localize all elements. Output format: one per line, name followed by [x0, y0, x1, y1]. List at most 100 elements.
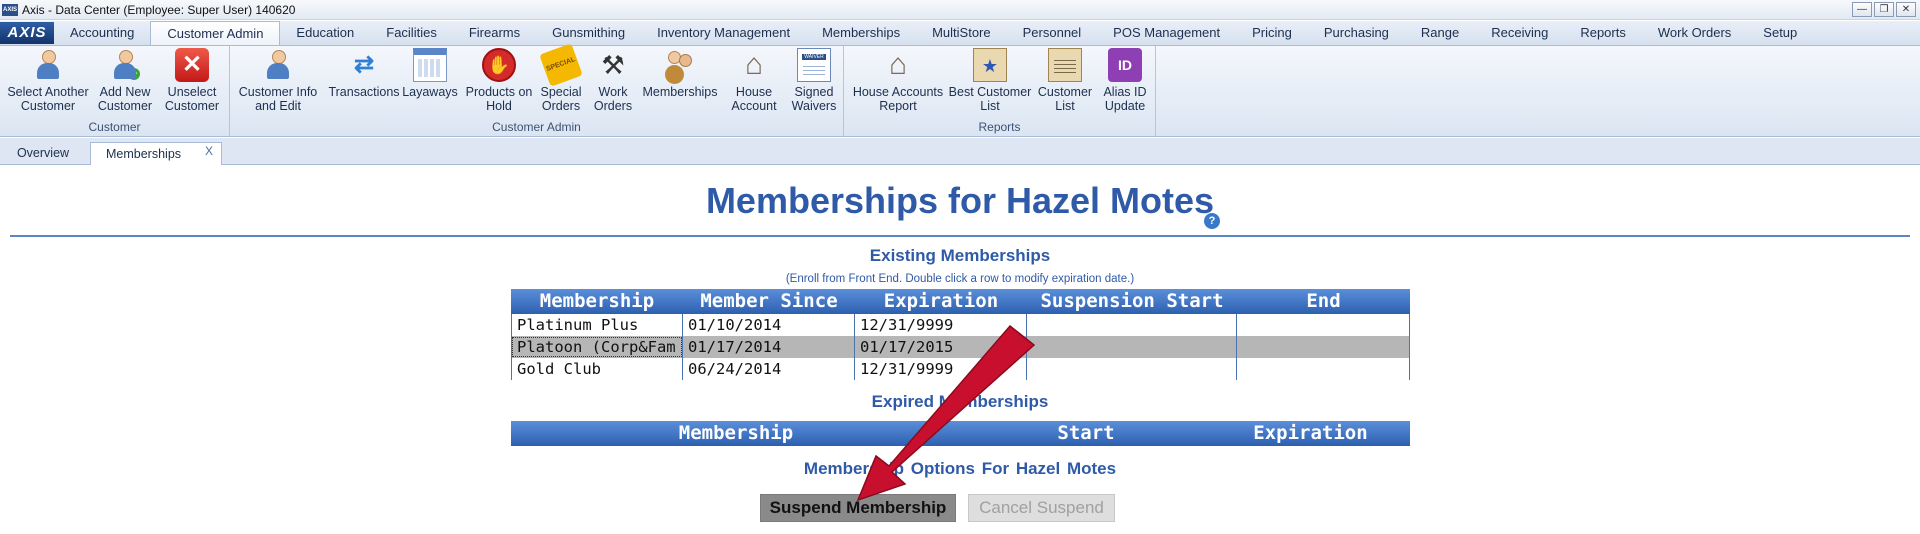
cell-membership: Platinum Plus	[511, 314, 683, 336]
cell-suspension-start	[1027, 336, 1237, 358]
column-header-expiration[interactable]: Expiration	[855, 289, 1027, 314]
people-icon	[663, 48, 697, 82]
cell-expiration: 12/31/9999	[855, 314, 1027, 336]
special-tag-icon: SPECIAL	[539, 43, 583, 87]
hammer-wrench-icon: ⚒	[601, 50, 625, 80]
expired-memberships-heading: Expired Memberships	[871, 392, 1049, 411]
work-orders-button[interactable]: ⚒ Work Orders	[590, 48, 636, 113]
house-icon: ⌂	[744, 48, 764, 81]
transactions-arrows-icon: ⇄	[353, 51, 375, 78]
unselect-customer-button[interactable]: ✕ Unselect Customer	[160, 48, 224, 113]
stop-hand-icon: ✋	[482, 48, 516, 82]
signed-waivers-button[interactable]: WAIVER Signed Waivers	[786, 48, 842, 113]
add-person-icon: +	[108, 48, 142, 82]
cell-member-since: 06/24/2014	[683, 358, 855, 380]
menu-tab-purchasing[interactable]: Purchasing	[1308, 21, 1405, 45]
cell-membership: Gold Club	[511, 358, 683, 380]
cell-member-since: 01/10/2014	[683, 314, 855, 336]
app-icon: AXIS	[2, 3, 18, 16]
column-header-membership[interactable]: Membership	[511, 421, 961, 446]
restore-button[interactable]: ❐	[1874, 2, 1894, 17]
window-title: Axis - Data Center (Employee: Super User…	[22, 2, 296, 17]
menu-tab-reports[interactable]: Reports	[1564, 21, 1642, 45]
help-icon[interactable]: ?	[1204, 213, 1220, 229]
menu-tab-setup[interactable]: Setup	[1747, 21, 1813, 45]
column-header-member-since[interactable]: Member Since	[683, 289, 855, 314]
ribbon-group-customer: Select Another Customer + Add New Custom…	[0, 46, 230, 137]
cell-expiration: 12/31/9999	[855, 358, 1027, 380]
ribbon-group-label: Reports	[978, 120, 1021, 134]
column-header-suspension-start[interactable]: Suspension Start	[1027, 289, 1237, 314]
products-on-hold-button[interactable]: ✋ Products on Hold	[464, 48, 534, 113]
special-orders-button[interactable]: SPECIAL Special Orders	[536, 43, 586, 113]
ribbon-group-label: Customer Admin	[492, 120, 581, 134]
menu-tab-customer-admin[interactable]: Customer Admin	[150, 21, 281, 45]
cell-suspension-start	[1027, 314, 1237, 336]
menu-tab-memberships[interactable]: Memberships	[806, 21, 916, 45]
cell-membership: Platoon (Corp&Fam	[511, 336, 683, 358]
layaways-button[interactable]: Layaways	[400, 48, 460, 99]
table-row[interactable]: Platinum Plus 01/10/2014 12/31/9999	[511, 314, 1410, 336]
membership-options-label: Membership Options For Hazel Motes	[803, 459, 1117, 478]
document-tab-strip: Overview Memberships X	[0, 138, 1920, 165]
doc-tab-memberships[interactable]: Memberships X	[90, 142, 222, 165]
menu-tab-education[interactable]: Education	[280, 21, 370, 45]
transactions-button[interactable]: ⇄ Transactions	[324, 48, 404, 99]
close-tab-icon[interactable]: X	[205, 140, 213, 162]
menu-tab-gunsmithing[interactable]: Gunsmithing	[536, 21, 641, 45]
menu-tab-firearms[interactable]: Firearms	[453, 21, 536, 45]
menu-tab-accounting[interactable]: Accounting	[54, 21, 150, 45]
menu-tab-facilities[interactable]: Facilities	[370, 21, 453, 45]
menu-tab-receiving[interactable]: Receiving	[1475, 21, 1564, 45]
menu-tab-inventory-management[interactable]: Inventory Management	[641, 21, 806, 45]
menu-tab-pricing[interactable]: Pricing	[1236, 21, 1308, 45]
menu-tab-range[interactable]: Range	[1405, 21, 1475, 45]
red-x-icon: ✕	[175, 48, 209, 82]
cancel-suspend-button[interactable]: Cancel Suspend	[968, 494, 1115, 522]
menu-tab-multistore[interactable]: MultiStore	[916, 21, 1007, 45]
axis-logo: AXIS	[0, 22, 54, 44]
window-controls: — ❐ ✕	[1852, 2, 1916, 17]
waiver-document-icon: WAIVER	[797, 48, 831, 82]
select-another-customer-button[interactable]: Select Another Customer	[6, 48, 90, 113]
memberships-button[interactable]: Memberships	[640, 48, 720, 99]
cell-end	[1237, 358, 1410, 380]
minimize-button[interactable]: —	[1852, 2, 1872, 17]
best-customer-list-button[interactable]: ★ Best Customer List	[948, 48, 1032, 113]
title-bar: AXIS Axis - Data Center (Employee: Super…	[0, 0, 1920, 20]
menu-tab-strip: AXIS Accounting Customer Admin Education…	[0, 21, 1920, 46]
column-header-end[interactable]: End	[1237, 289, 1410, 314]
menu-tab-pos-management[interactable]: POS Management	[1097, 21, 1236, 45]
column-header-membership[interactable]: Membership	[511, 289, 683, 314]
menu-tab-personnel[interactable]: Personnel	[1007, 21, 1098, 45]
cell-end	[1237, 314, 1410, 336]
cell-member-since: 01/17/2014	[683, 336, 855, 358]
column-header-expiration[interactable]: Expiration	[1211, 421, 1410, 446]
house-account-button[interactable]: ⌂ House Account	[724, 48, 784, 113]
star-clipboard-icon: ★	[973, 48, 1007, 82]
table-row[interactable]: Gold Club 06/24/2014 12/31/9999	[511, 358, 1410, 380]
suspend-membership-button[interactable]: Suspend Membership	[760, 494, 956, 522]
title-divider	[10, 235, 1910, 237]
table-row-selected[interactable]: Platoon (Corp&Fam 01/17/2014 01/17/2015	[511, 336, 1410, 358]
ribbon-group-customer-admin: Customer Info and Edit ⇄ Transactions La…	[230, 43, 844, 137]
cell-end	[1237, 336, 1410, 358]
menu-tab-work-orders[interactable]: Work Orders	[1642, 21, 1747, 45]
column-header-start[interactable]: Start	[961, 421, 1211, 446]
existing-memberships-heading: Existing Memberships	[869, 246, 1051, 265]
existing-memberships-table: Membership Member Since Expiration Suspe…	[511, 289, 1410, 380]
person-icon	[31, 48, 65, 82]
table-header: Membership Start Expiration	[511, 421, 1410, 446]
ribbon: Select Another Customer + Add New Custom…	[0, 43, 1920, 137]
customer-info-and-edit-button[interactable]: Customer Info and Edit	[236, 48, 320, 113]
alias-id-update-button[interactable]: ID Alias ID Update	[1098, 48, 1152, 113]
ribbon-group-label: Customer	[88, 120, 141, 134]
house-accounts-report-button[interactable]: ⌂ House Accounts Report	[850, 48, 946, 113]
doc-tab-overview[interactable]: Overview	[8, 142, 78, 165]
ribbon-group-reports: ⌂ House Accounts Report ★ Best Customer …	[844, 46, 1156, 137]
table-header: Membership Member Since Expiration Suspe…	[511, 289, 1410, 314]
customer-list-button[interactable]: Customer List	[1034, 48, 1096, 113]
close-button[interactable]: ✕	[1896, 2, 1916, 17]
add-new-customer-button[interactable]: + Add New Customer	[92, 48, 158, 113]
calendar-icon	[413, 48, 447, 82]
